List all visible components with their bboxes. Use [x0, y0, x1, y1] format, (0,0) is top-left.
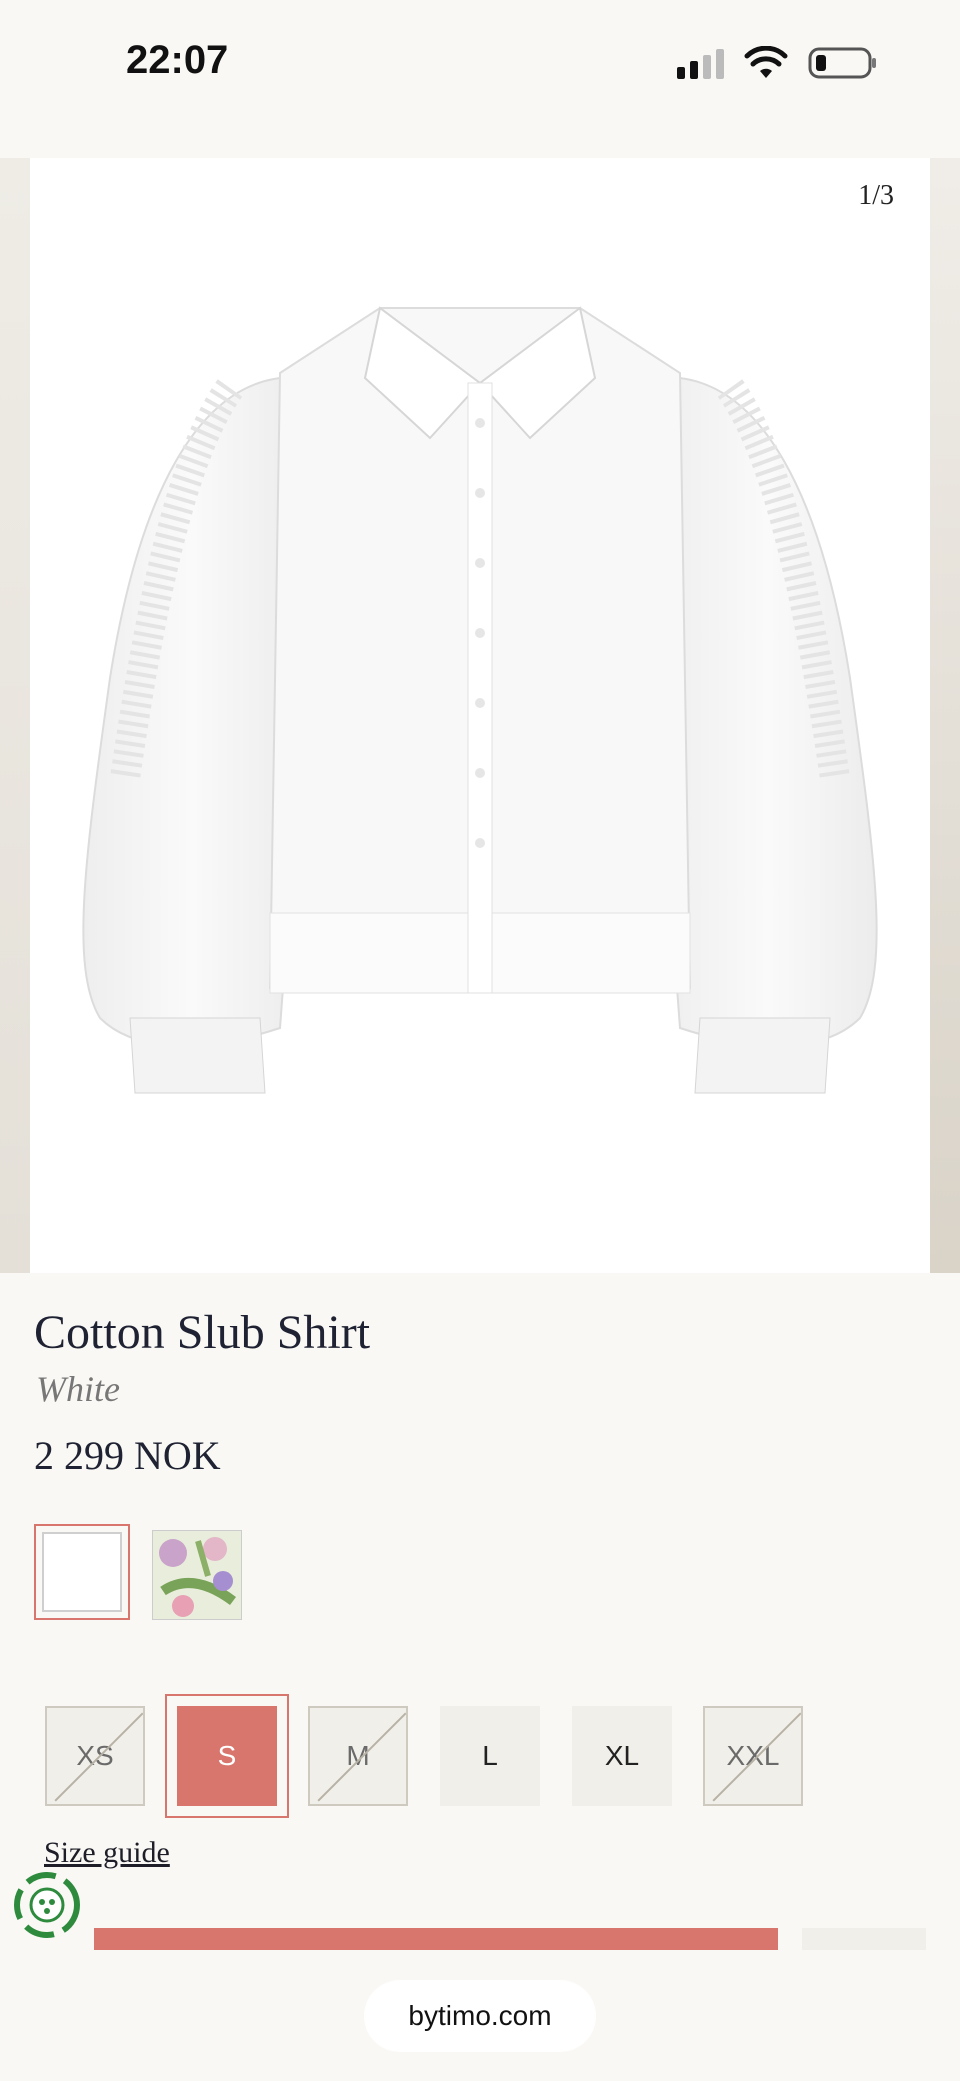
size-label: XL	[604, 1740, 640, 1771]
size-option-s[interactable]: S	[177, 1706, 277, 1806]
size-option-xs[interactable]: XS	[45, 1706, 145, 1806]
product-title: Cotton Slub Shirt	[34, 1306, 371, 1359]
product-price: 2 299 NOK	[34, 1433, 221, 1478]
size-label: S	[217, 1740, 237, 1771]
image-counter: 1/3	[858, 180, 894, 211]
wifi-icon	[744, 46, 788, 78]
size-option-xl[interactable]: XL	[572, 1706, 672, 1806]
recycle-icon[interactable]	[14, 1872, 80, 1938]
url-bar[interactable]: bytimo.com	[364, 1980, 596, 2052]
product-color-name: White	[36, 1369, 120, 1409]
status-icons	[677, 46, 878, 80]
previous-image-peek[interactable]	[0, 158, 30, 1273]
battery-icon	[808, 47, 876, 79]
status-bar: 22:07	[0, 0, 960, 130]
size-option-m[interactable]: M	[308, 1706, 408, 1806]
swatch-white[interactable]	[34, 1524, 130, 1620]
swatch-white-fill	[42, 1532, 122, 1612]
size-option-l[interactable]: L	[440, 1706, 540, 1806]
status-time: 22:07	[126, 38, 229, 82]
product-image-gallery[interactable]: 1/3	[0, 158, 960, 1273]
size-label: XXL	[726, 1740, 780, 1771]
carousel-progress-bar	[94, 1928, 778, 1950]
size-label: M	[346, 1740, 370, 1771]
swatch-floral[interactable]	[152, 1530, 242, 1620]
size-label: XS	[76, 1740, 114, 1771]
size-guide-link[interactable]: Size guide	[44, 1836, 170, 1870]
size-option-xxl[interactable]: XXL	[703, 1706, 803, 1806]
carousel-progress-remainder	[802, 1928, 926, 1950]
size-label: L	[482, 1740, 498, 1771]
floral-pattern-icon	[153, 1531, 241, 1619]
next-image-peek[interactable]	[930, 158, 960, 1273]
shirt-image	[82, 306, 878, 1094]
cellular-signal-icon	[677, 47, 724, 79]
